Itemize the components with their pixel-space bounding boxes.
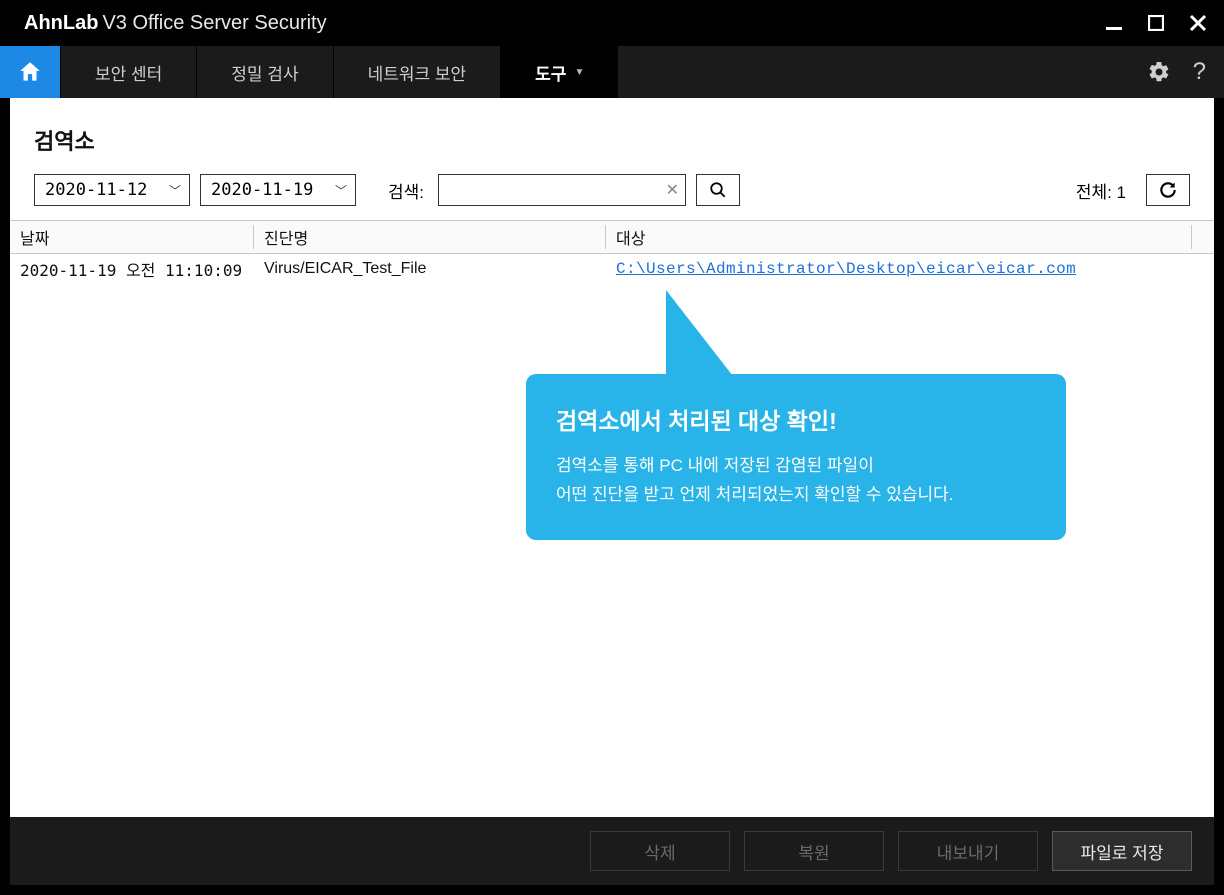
tab-network-security[interactable]: 네트워크 보안 [333,46,501,98]
chevron-down-icon: ﹀ [169,182,181,199]
refresh-icon [1158,180,1178,200]
close-icon: ✕ [666,182,679,199]
table-body: 2020-11-19 오전 11:10:09 Virus/EICAR_Test_… [10,254,1214,817]
nav-tabbar: 보안 센터 정밀 검사 네트워크 보안 도구 ▼ ? [0,46,1224,98]
date-from-value: 2020-11-12 [45,180,147,200]
table-row[interactable]: 2020-11-19 오전 11:10:09 Virus/EICAR_Test_… [10,254,1214,284]
col-header-target[interactable]: 대상 [606,225,1192,249]
callout-headline: 검역소에서 처리된 대상 확인! [556,402,1036,436]
settings-button[interactable] [1147,60,1171,84]
cell-diagnosis: Virus/EICAR_Test_File [254,260,606,278]
callout-line2: 어떤 진단을 받고 언제 처리되었는지 확인할 수 있습니다. [556,481,1036,510]
tab-label: 보안 센터 [95,60,162,85]
close-button[interactable] [1188,13,1208,33]
col-header-diagnosis[interactable]: 진단명 [254,225,606,249]
table-header: 날짜 진단명 대상 [10,220,1214,254]
search-box: ✕ [438,174,686,206]
home-icon [17,59,43,85]
date-to-value: 2020-11-19 [211,180,313,200]
window-controls [1104,13,1208,33]
search-input[interactable] [445,182,666,199]
target-link[interactable]: C:\Users\Administrator\Desktop\eicar\eic… [616,260,1076,278]
info-callout: 검역소에서 처리된 대상 확인! 검역소를 통해 PC 내에 저장된 감염된 파… [526,290,1066,540]
chevron-down-icon: ﹀ [335,182,347,199]
date-to-picker[interactable]: 2020-11-19 ﹀ [200,174,356,206]
save-to-file-button[interactable]: 파일로 저장 [1052,831,1192,871]
page-title: 검역소 [10,98,1214,174]
search-icon [709,181,727,199]
help-icon: ? [1193,58,1206,85]
delete-button[interactable]: 삭제 [590,831,730,871]
tab-detailed-scan[interactable]: 정밀 검사 [196,46,332,98]
help-button[interactable]: ? [1193,58,1206,86]
filter-bar: 2020-11-12 ﹀ 2020-11-19 ﹀ 검색: ✕ [10,174,1214,220]
footer-bar: 삭제 복원 내보내기 파일로 저장 [10,817,1214,885]
tab-security-center[interactable]: 보안 센터 [60,46,196,98]
tab-label: 정밀 검사 [231,60,298,85]
brand-name: AhnLab [24,12,98,35]
maximize-button[interactable] [1146,13,1166,33]
tab-label: 도구 [535,60,566,85]
clear-search-button[interactable]: ✕ [666,180,679,200]
search-button[interactable] [696,174,740,206]
tab-tools[interactable]: 도구 ▼ [500,46,618,98]
export-button[interactable]: 내보내기 [898,831,1038,871]
date-from-picker[interactable]: 2020-11-12 ﹀ [34,174,190,206]
refresh-button[interactable] [1146,174,1190,206]
product-name: V3 Office Server Security [102,12,326,35]
titlebar: AhnLab V3 Office Server Security [0,0,1224,46]
col-header-date[interactable]: 날짜 [10,225,254,249]
content-panel: 검역소 2020-11-12 ﹀ 2020-11-19 ﹀ 검색: ✕ [10,98,1214,817]
search-label: 검색: [388,178,424,203]
total-count-label: 전체: 1 [1076,178,1126,203]
tab-label: 네트워크 보안 [368,60,467,85]
home-tab[interactable] [0,46,60,98]
callout-line1: 검역소를 통해 PC 내에 저장된 감염된 파일이 [556,452,1036,481]
gear-icon [1147,60,1171,84]
cell-target: C:\Users\Administrator\Desktop\eicar\eic… [606,260,1214,278]
cell-date: 2020-11-19 오전 11:10:09 [10,257,254,281]
dropdown-caret-icon: ▼ [574,67,584,78]
minimize-button[interactable] [1104,13,1124,33]
app-window: AhnLab V3 Office Server Security 보안 센터 정… [0,0,1224,895]
restore-button[interactable]: 복원 [744,831,884,871]
callout-tail-icon [666,290,736,380]
